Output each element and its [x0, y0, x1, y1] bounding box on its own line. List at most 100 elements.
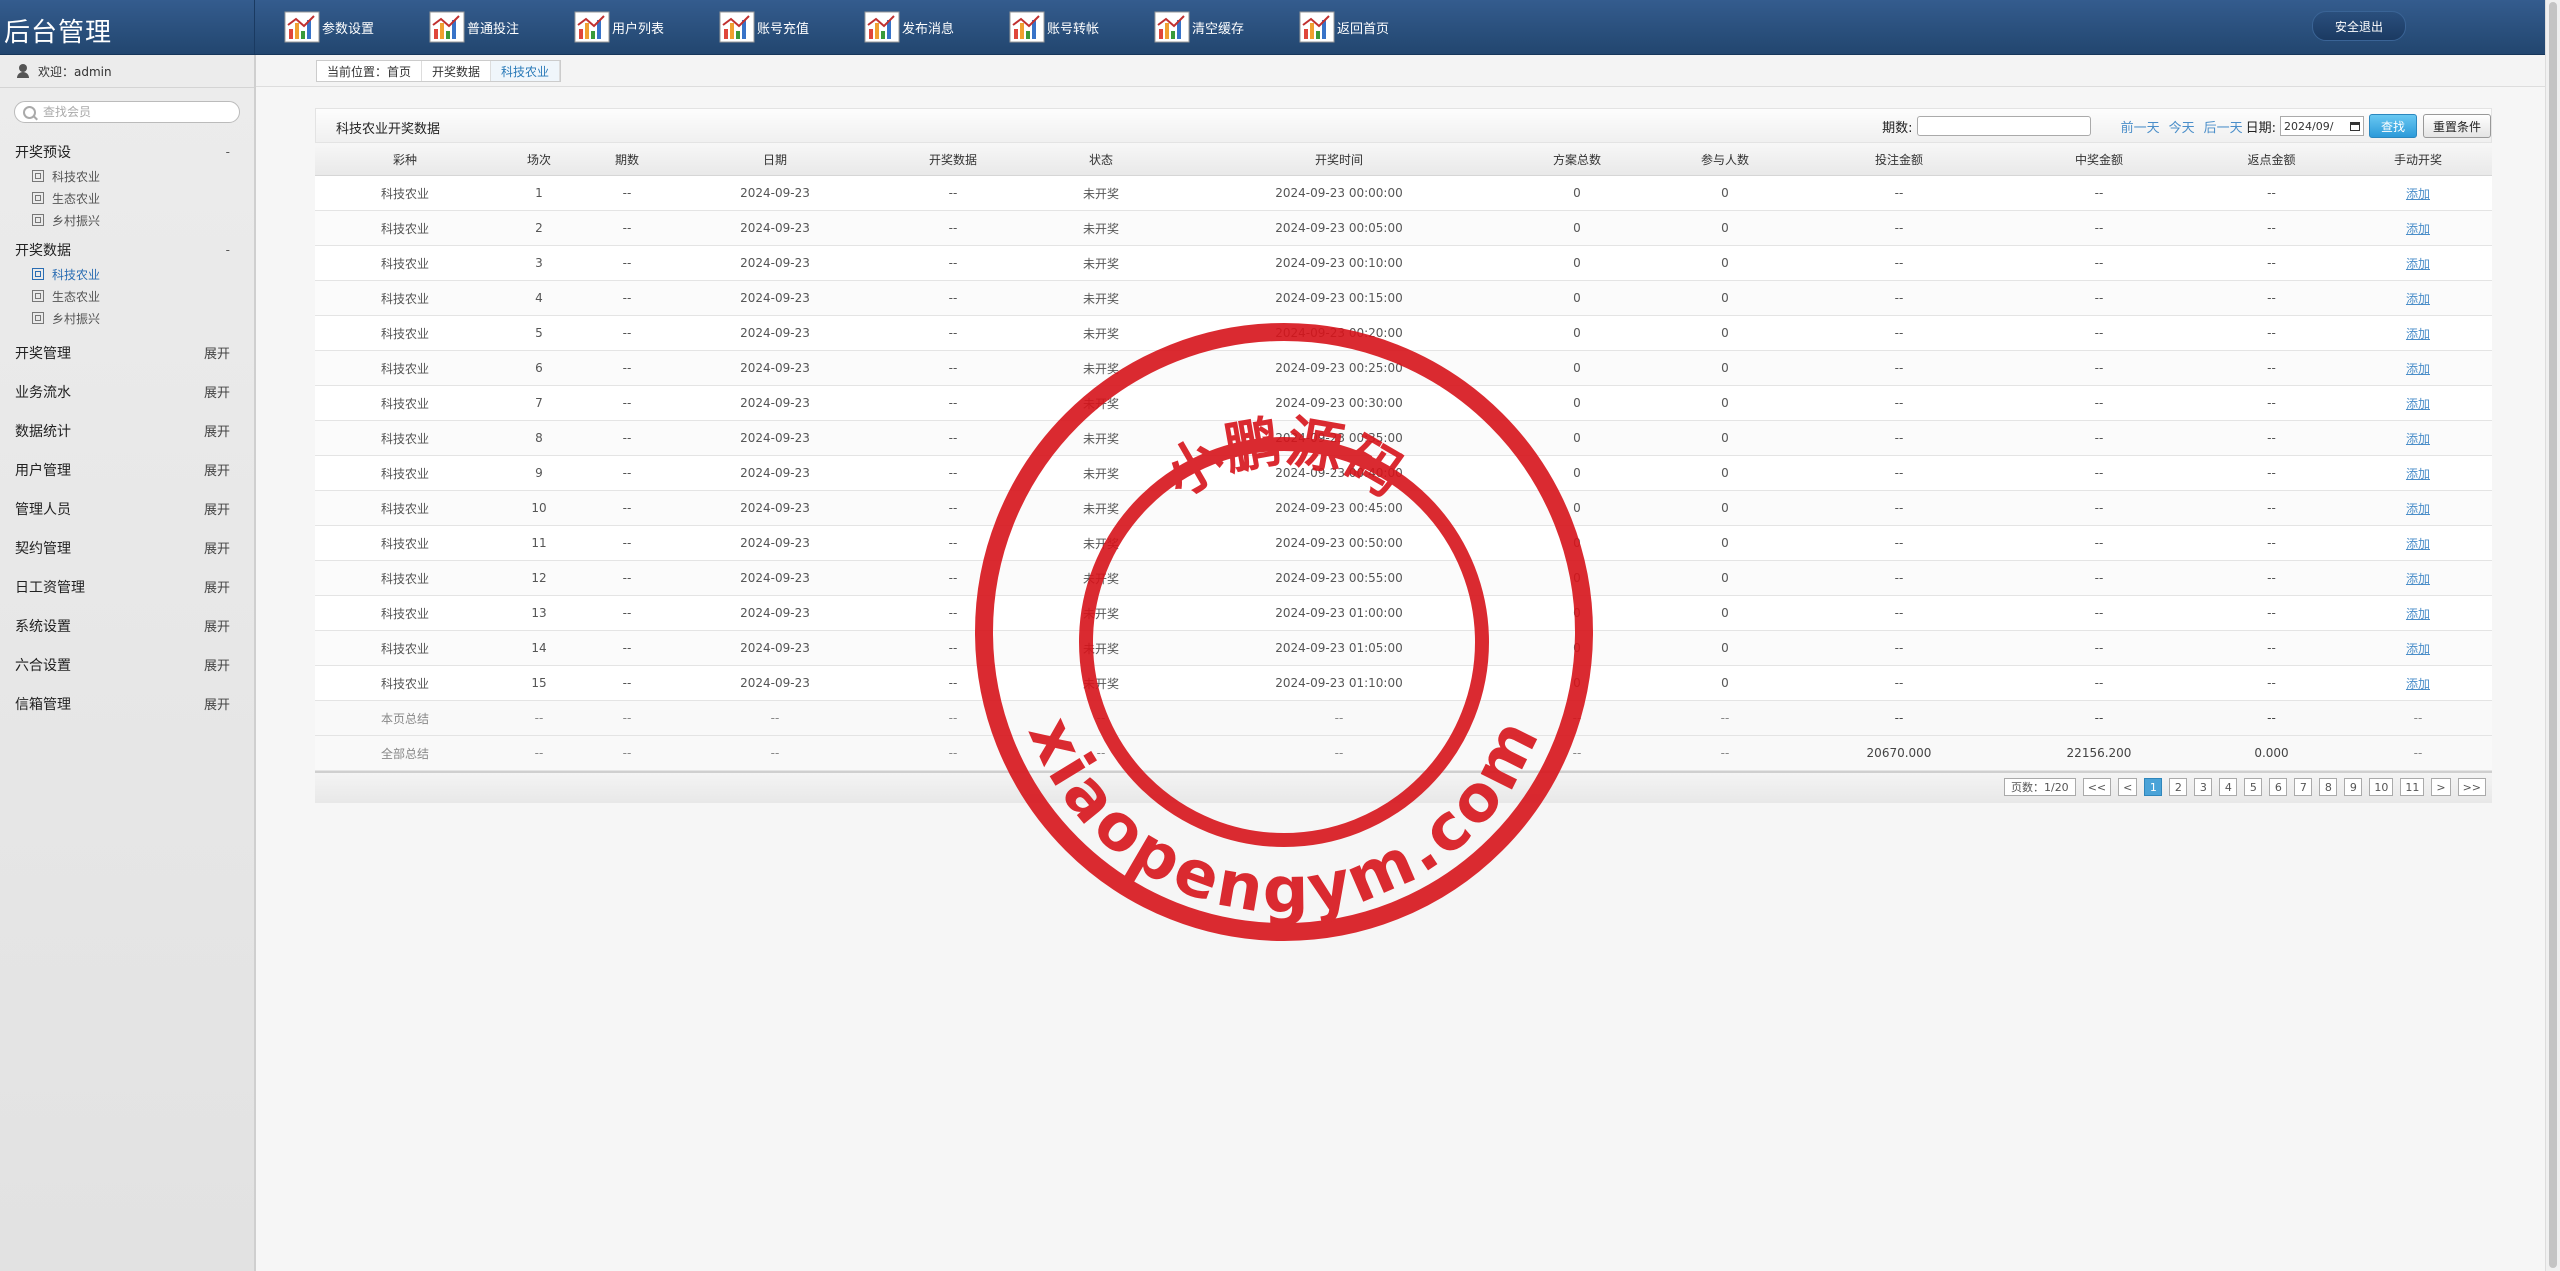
sidebar-subitem[interactable]: 生态农业 — [0, 285, 254, 307]
expand-link[interactable]: 展开 — [204, 694, 230, 713]
add-draw-link[interactable]: 添加 — [2406, 362, 2430, 376]
expand-link[interactable]: 展开 — [204, 655, 230, 674]
add-draw-link[interactable]: 添加 — [2406, 502, 2430, 516]
summary-cell: -- — [1651, 735, 1799, 771]
chart-icon — [429, 11, 465, 43]
topnav-item-7[interactable]: 返回首页 — [1299, 10, 1444, 44]
summary-cell: -- — [1027, 735, 1175, 771]
prev-page-button[interactable]: < — [2118, 778, 2138, 796]
page-number-button[interactable]: 8 — [2319, 778, 2338, 796]
sidebar-menu-0[interactable]: 开奖管理 展开 — [0, 333, 254, 372]
last-page-button[interactable]: >> — [2457, 778, 2486, 796]
sidebar-menu-6[interactable]: 日工资管理 展开 — [0, 567, 254, 606]
welcome-text: 欢迎：admin — [38, 64, 112, 79]
table-cell: 未开奖 — [1027, 350, 1175, 386]
sidebar-menu-3[interactable]: 用户管理 展开 — [0, 450, 254, 489]
page-number-button[interactable]: 5 — [2244, 778, 2263, 796]
add-draw-link[interactable]: 添加 — [2406, 397, 2430, 411]
add-draw-link[interactable]: 添加 — [2406, 187, 2430, 201]
sidebar-subitem[interactable]: 生态农业 — [0, 187, 254, 209]
logout-button[interactable]: 安全退出 — [2312, 11, 2406, 41]
reset-button[interactable]: 重置条件 — [2423, 114, 2491, 138]
period-label: 期数: — [1882, 120, 1913, 136]
add-draw-link[interactable]: 添加 — [2406, 222, 2430, 236]
collapse-toggle[interactable]: - — [226, 243, 230, 257]
page-number-button[interactable]: 6 — [2269, 778, 2288, 796]
table-cell: -- — [1799, 595, 1999, 631]
page-number-button[interactable]: 10 — [2369, 778, 2394, 796]
add-draw-link[interactable]: 添加 — [2406, 257, 2430, 271]
topnav-item-6[interactable]: 清空缓存 — [1154, 10, 1299, 44]
expand-link[interactable]: 展开 — [204, 382, 230, 401]
topnav-label: 返回首页 — [1337, 21, 1390, 37]
sidebar-menu-1[interactable]: 业务流水 展开 — [0, 372, 254, 411]
breadcrumb-item[interactable]: 当前位置：首页 — [317, 61, 423, 81]
table-cell: 添加 — [2344, 385, 2492, 421]
topnav-item-0[interactable]: 参数设置 — [284, 10, 429, 44]
search-button[interactable]: 查找 — [2369, 114, 2417, 138]
add-draw-link[interactable]: 添加 — [2406, 327, 2430, 341]
page-number-button[interactable]: 4 — [2219, 778, 2238, 796]
expand-link[interactable]: 展开 — [204, 499, 230, 518]
table-cell: 2024-09-23 — [671, 385, 879, 421]
page-number-button[interactable]: 11 — [2400, 778, 2425, 796]
first-page-button[interactable]: << — [2082, 778, 2112, 796]
sidebar-section-1[interactable]: 开奖数据 - — [0, 237, 254, 263]
collapse-toggle[interactable]: - — [226, 145, 230, 159]
next-page-button[interactable]: > — [2431, 778, 2451, 796]
add-draw-link[interactable]: 添加 — [2406, 432, 2430, 446]
add-draw-link[interactable]: 添加 — [2406, 607, 2430, 621]
page-scrollbar[interactable] — [2545, 0, 2560, 1271]
table-cell: 0 — [1503, 280, 1651, 316]
sidebar-subitem[interactable]: 科技农业 — [0, 263, 254, 285]
menu-label: 业务流水 — [15, 384, 71, 401]
expand-link[interactable]: 展开 — [204, 343, 230, 362]
topnav-item-2[interactable]: 用户列表 — [574, 10, 719, 44]
page-number-button[interactable]: 1 — [2144, 778, 2163, 796]
table-cell: -- — [879, 595, 1027, 631]
date-input[interactable]: 2024/09/ — [2280, 116, 2364, 136]
add-draw-link[interactable]: 添加 — [2406, 292, 2430, 306]
prev-day-link[interactable]: 前一天 — [2121, 117, 2160, 136]
expand-link[interactable]: 展开 — [204, 460, 230, 479]
add-draw-link[interactable]: 添加 — [2406, 537, 2430, 551]
sidebar-menu-9[interactable]: 信箱管理 展开 — [0, 684, 254, 723]
table-row: 科技农业 13 -- 2024-09-23 -- 未开奖 2024-09-23 01:00:… — [315, 595, 2492, 631]
topnav-item-4[interactable]: 发布消息 — [864, 10, 1009, 44]
date-value: 2024/09/ — [2284, 119, 2334, 133]
page-number-button[interactable]: 9 — [2344, 778, 2363, 796]
add-draw-link[interactable]: 添加 — [2406, 677, 2430, 691]
expand-link[interactable]: 展开 — [204, 616, 230, 635]
sidebar-menu-2[interactable]: 数据统计 展开 — [0, 411, 254, 450]
page-number-button[interactable]: 7 — [2294, 778, 2313, 796]
calendar-icon[interactable] — [2350, 121, 2360, 131]
sidebar-subitem[interactable]: 乡村振兴 — [0, 209, 254, 231]
sidebar-subitem[interactable]: 乡村振兴 — [0, 307, 254, 329]
breadcrumb-item[interactable]: 开奖数据 — [422, 61, 492, 81]
table-cell: 0 — [1503, 665, 1651, 701]
page-number-button[interactable]: 3 — [2194, 778, 2213, 796]
topnav-item-1[interactable]: 普通投注 — [429, 10, 574, 44]
expand-link[interactable]: 展开 — [204, 421, 230, 440]
page-number-button[interactable]: 2 — [2169, 778, 2188, 796]
table-cell: 10 — [495, 490, 583, 526]
sidebar-section-0[interactable]: 开奖预设 - — [0, 139, 254, 165]
add-draw-link[interactable]: 添加 — [2406, 572, 2430, 586]
topnav-item-5[interactable]: 账号转帐 — [1009, 10, 1154, 44]
topnav-item-3[interactable]: 账号充值 — [719, 10, 864, 44]
table-cell: -- — [583, 420, 671, 456]
expand-link[interactable]: 展开 — [204, 538, 230, 557]
next-day-link[interactable]: 后一天 — [2204, 117, 2243, 136]
sidebar-menu-7[interactable]: 系统设置 展开 — [0, 606, 254, 645]
scrollbar-thumb[interactable] — [2549, 2, 2557, 1268]
today-link[interactable]: 今天 — [2169, 117, 2195, 136]
sidebar-menu-8[interactable]: 六合设置 展开 — [0, 645, 254, 684]
period-input[interactable] — [1916, 116, 2091, 136]
member-search-input[interactable] — [14, 101, 240, 123]
sidebar-menu-4[interactable]: 管理人员 展开 — [0, 489, 254, 528]
add-draw-link[interactable]: 添加 — [2406, 467, 2430, 481]
expand-link[interactable]: 展开 — [204, 577, 230, 596]
sidebar-subitem[interactable]: 科技农业 — [0, 165, 254, 187]
add-draw-link[interactable]: 添加 — [2406, 642, 2430, 656]
sidebar-menu-5[interactable]: 契约管理 展开 — [0, 528, 254, 567]
